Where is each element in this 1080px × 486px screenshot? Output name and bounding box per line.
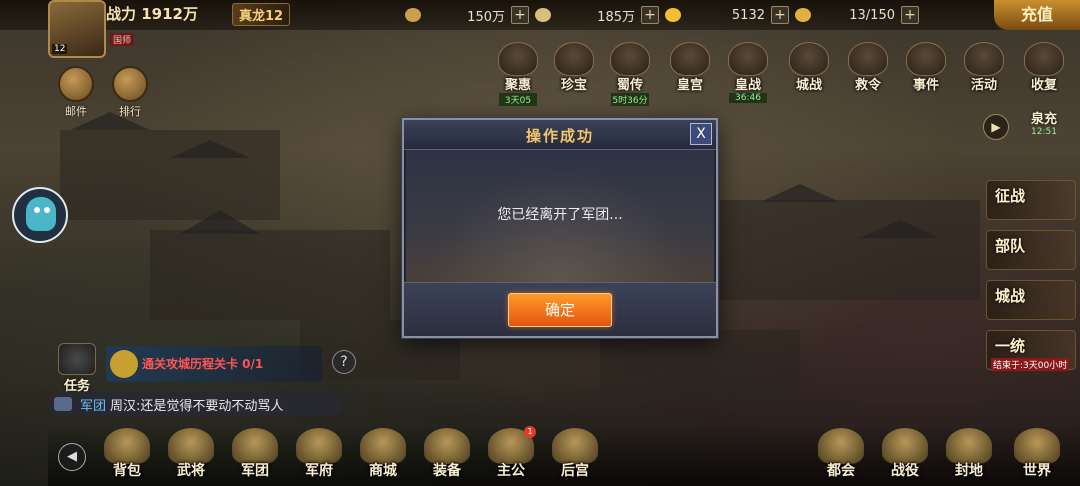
crossed-swords-icon <box>58 343 96 375</box>
nav-lord[interactable]: 主公 1 <box>480 426 542 480</box>
world-icon <box>1014 428 1060 464</box>
chat-bubble-icon <box>54 397 72 411</box>
nav-shop[interactable]: 商城 <box>352 428 414 480</box>
nav-world[interactable]: 世界 <box>1006 428 1068 480</box>
general-icon <box>168 428 214 464</box>
recover-icon <box>1024 42 1064 76</box>
add-grain-button[interactable]: + <box>511 6 529 24</box>
nav-bag[interactable]: 背包 <box>96 428 158 480</box>
bag-icon <box>104 428 150 464</box>
event-icon <box>906 42 946 76</box>
nav-campaign[interactable]: 战役 <box>874 428 936 480</box>
mail-label: 邮件 <box>65 105 87 118</box>
chat-bar[interactable]: 军团 周汉:还是觉得不要动不动骂人 <box>48 392 342 416</box>
equipment-icon <box>424 428 470 464</box>
treasure-icon <box>554 42 594 76</box>
vip-badge[interactable]: 真龙12 <box>232 3 291 26</box>
resource-stamina: 13/150 + <box>795 5 919 25</box>
side-yitong[interactable]: 一统 结束于:3天00小时 <box>986 330 1076 371</box>
shop-icon <box>360 428 406 464</box>
ranking-icon <box>112 66 148 102</box>
scroll-icon <box>610 42 650 76</box>
dialog-title: 操作成功 <box>525 127 594 145</box>
dinosaur-icon <box>26 197 56 231</box>
nav-legion[interactable]: 军团 <box>224 428 286 480</box>
add-stamina-button[interactable]: + <box>901 6 919 24</box>
ranking-label: 排行 <box>119 105 141 118</box>
func-shoufu[interactable]: 收复 <box>1018 42 1070 93</box>
collapse-nav-button[interactable]: ◀ <box>58 443 86 471</box>
dialog-footer: 确定 <box>404 282 716 336</box>
mail-button[interactable]: 邮件 <box>56 66 96 119</box>
dialog-body: 您已经离开了军团... <box>406 150 714 282</box>
current-task-text: 通关攻城历程关卡 0/1 <box>142 357 264 371</box>
dialog-message: 您已经离开了军团... <box>497 207 623 223</box>
resource-gold: 5132 + <box>665 5 789 25</box>
office-icon <box>296 428 342 464</box>
resource-grain-value: 150万 <box>467 9 505 25</box>
harem-icon <box>552 428 598 464</box>
close-button[interactable]: X <box>690 123 712 145</box>
operation-success-dialog: 操作成功 X 您已经离开了军团... 确定 <box>402 118 718 338</box>
resource-silver-value: 185万 <box>597 9 635 25</box>
activity-icon <box>964 42 1004 76</box>
chat-channel: 军团 <box>80 398 107 414</box>
dialog-header: 操作成功 X <box>404 120 716 150</box>
mail-icon <box>58 66 94 102</box>
gold-ingot-icon <box>665 8 681 22</box>
resource-grain: 150万 + <box>405 5 529 25</box>
fief-icon <box>946 428 992 464</box>
side-budui[interactable]: 部队 <box>986 230 1076 270</box>
help-button[interactable]: ? <box>332 350 356 374</box>
nav-equipment[interactable]: 装备 <box>416 428 478 480</box>
side-zhengzhan[interactable]: 征战 <box>986 180 1076 220</box>
resource-gold-value: 5132 <box>731 7 765 23</box>
palace-icon <box>670 42 710 76</box>
confirm-button[interactable]: 确定 <box>508 293 612 327</box>
campaign-icon <box>882 428 928 464</box>
notification-badge: 1 <box>524 426 536 438</box>
func-shuzhuan[interactable]: 蜀传 5时36分 <box>604 42 656 106</box>
add-silver-button[interactable]: + <box>641 6 659 24</box>
func-chengzhan[interactable]: 城战 <box>783 42 835 93</box>
ranking-button[interactable]: 排行 <box>110 66 150 119</box>
func-zhenbao[interactable]: 珍宝 <box>548 42 600 93</box>
chat-message: 周汉:还是觉得不要动不动骂人 <box>110 398 284 414</box>
player-level-badge: 12 <box>52 44 68 54</box>
nav-capital[interactable]: 都会 <box>810 428 872 480</box>
lord-badge-icon <box>110 350 138 378</box>
wheat-icon <box>405 8 421 22</box>
resource-stamina-value: 13/150 <box>849 7 895 23</box>
juhui-icon <box>498 42 538 76</box>
player-avatar[interactable]: 12 <box>48 0 106 58</box>
capital-icon <box>818 428 864 464</box>
legion-icon <box>232 428 278 464</box>
stamina-icon <box>795 8 811 22</box>
recharge-button[interactable]: 充值 <box>994 0 1080 30</box>
func-huanggong[interactable]: 皇宫 <box>664 42 716 93</box>
task-button[interactable]: 任务 <box>52 343 102 394</box>
decree-icon <box>848 42 888 76</box>
current-task-bar[interactable]: 通关攻城历程关卡 0/1 <box>106 346 322 382</box>
silver-icon <box>535 8 551 22</box>
add-gold-button[interactable]: + <box>771 6 789 24</box>
func-juhui[interactable]: 聚惠 3天05 <box>492 42 544 106</box>
nav-generals[interactable]: 武将 <box>160 428 222 480</box>
battle-flag-icon <box>728 42 768 76</box>
func-huodong[interactable]: 活动 <box>958 42 1010 93</box>
assistant-mascot-button[interactable] <box>12 187 68 243</box>
nav-fief[interactable]: 封地 <box>938 428 1000 480</box>
nav-military-office[interactable]: 军府 <box>288 428 350 480</box>
resource-silver: 185万 + <box>535 5 659 25</box>
nav-harem[interactable]: 后宫 <box>544 428 606 480</box>
side-chengzhan[interactable]: 城战 <box>986 280 1076 320</box>
combat-power: 战力 1912万 <box>106 5 198 23</box>
func-huangzhan[interactable]: 皇战 36:46 <box>722 42 774 103</box>
func-shijian[interactable]: 事件 <box>900 42 952 93</box>
func-jiuling[interactable]: 救令 <box>842 42 894 93</box>
castle-icon <box>789 42 829 76</box>
nation-title-tag: 国师 <box>110 33 135 46</box>
play-icon[interactable]: ▶ <box>983 114 1009 140</box>
func-quanchong[interactable]: 泉充 12:51 <box>1018 108 1070 137</box>
